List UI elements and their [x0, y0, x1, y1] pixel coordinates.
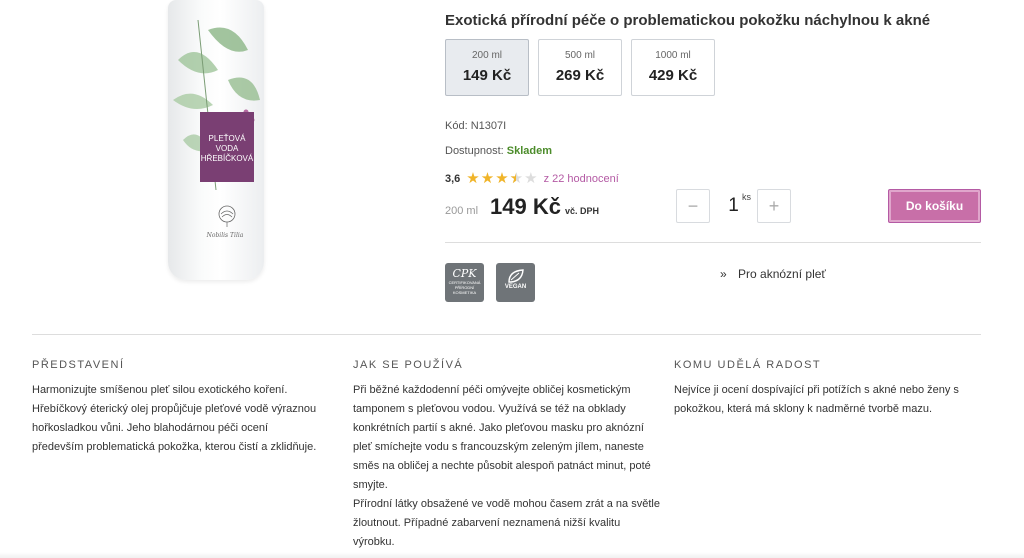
section-introduction: PŘEDSTAVENÍ Harmonizujte smíšenou pleť s… — [32, 359, 322, 457]
section-text: Nejvíce ji ocení dospívající při potížíc… — [674, 384, 959, 415]
variant-200ml[interactable]: 200 ml 149 Kč — [445, 39, 529, 96]
quantity-increase-button[interactable]: + — [757, 189, 791, 223]
vegan-badge-label: VEGAN — [504, 284, 527, 290]
availability: Dostupnost: Skladem — [445, 145, 552, 157]
variant-500ml[interactable]: 500 ml 269 Kč — [538, 39, 622, 96]
section-heading: JAK SE POUŽÍVÁ — [353, 359, 464, 371]
variant-volume: 500 ml — [564, 50, 595, 61]
quantity-value: 1 — [728, 195, 739, 216]
cpk-badge-subtitle: CERTIFIKOVANÁ PŘÍRODNÍ KOSMETIKA — [448, 280, 481, 295]
bottle-label-line2: VODA — [215, 144, 239, 153]
cpk-certified-badge: CPK CERTIFIKOVANÁ PŘÍRODNÍ KOSMETIKA — [445, 263, 484, 302]
section-text-note: Přírodní látky obsažené ve vodě mohou ča… — [353, 498, 660, 548]
variant-volume: 200 ml — [471, 50, 502, 61]
leaf-icon — [507, 269, 524, 283]
bottle-label: PLEŤOVÁ VODA HŘEBÍČKOVÁ — [200, 112, 254, 182]
divider — [445, 242, 981, 243]
section-usage: JAK SE POUŽÍVÁ Při běžné každodenní péči… — [353, 359, 663, 552]
section-heading: PŘEDSTAVENÍ — [32, 359, 125, 371]
bottle-label-line1: PLEŤOVÁ — [208, 134, 246, 143]
bottle-illustration: PLEŤOVÁ VODA HŘEBÍČKOVÁ Nobilis Tilia — [168, 0, 264, 280]
variant-selector: 200 ml 149 Kč 500 ml 269 Kč 1000 ml 429 … — [445, 39, 715, 96]
acne-skin-link-label: Pro aknózní pleť — [738, 267, 826, 281]
tree-logo-icon — [218, 205, 236, 227]
availability-label: Dostupnost: — [445, 145, 504, 157]
quantity-unit: ks — [742, 192, 751, 202]
empty-star-icon: ★ — [524, 170, 538, 187]
price-unit: 200 ml — [445, 205, 479, 217]
product-code: Kód: N1307I — [445, 120, 506, 132]
rating-score: 3,6 — [445, 172, 461, 185]
section-heading: KOMU UDĚLÁ RADOST — [674, 359, 822, 371]
rating-count-link[interactable]: z 22 hodnocení — [544, 173, 619, 185]
quantity-stepper: − 1 ks + — [676, 189, 791, 223]
variant-volume: 1000 ml — [655, 50, 691, 61]
product-title: Exotická přírodní péče o problematickou … — [445, 12, 931, 29]
variant-price: 269 Kč — [555, 67, 605, 84]
product-code-label: Kód: — [445, 120, 468, 132]
section-text: Harmonizujte smíšenou pleť silou exotick… — [32, 384, 317, 453]
cpk-badge-title: CPK — [452, 267, 477, 280]
chevron-right-icon: » — [720, 267, 727, 281]
half-star-icon: ★ — [510, 171, 523, 186]
section-target-audience: KOMU UDĚLÁ RADOST Nejvíce ji ocení dospí… — [674, 359, 974, 419]
price-row: 200 ml 149 Kč vč. DPH — [445, 194, 599, 220]
rating: 3,6 ★ ★ ★ ★ ★ z 22 hodnocení — [445, 171, 619, 186]
section-text: Při běžné každodenní péči omývejte oblič… — [353, 384, 651, 491]
star-icon: ★ — [495, 170, 509, 187]
add-to-cart-button[interactable]: Do košíku — [888, 189, 981, 223]
acne-skin-link[interactable]: » Pro aknózní pleť — [720, 267, 826, 281]
quantity-field[interactable]: 1 ks — [710, 192, 757, 217]
variant-1000ml[interactable]: 1000 ml 429 Kč — [631, 39, 715, 96]
availability-status: Skladem — [506, 145, 553, 157]
product-code-value: N1307I — [470, 120, 507, 132]
star-icon: ★ — [480, 170, 495, 187]
quantity-decrease-button[interactable]: − — [676, 189, 710, 223]
price-amount: 149 Kč — [490, 194, 561, 219]
bottle-label-line3: HŘEBÍČKOVÁ — [200, 154, 254, 163]
price-vat: vč. DPH — [564, 206, 599, 216]
section-divider — [32, 334, 981, 335]
vegan-badge: VEGAN — [496, 263, 535, 302]
scroll-shadow — [0, 552, 1024, 558]
variant-price: 429 Kč — [648, 67, 698, 84]
bottle-brand: Nobilis Tilia — [206, 232, 244, 239]
rating-stars[interactable]: ★ ★ ★ ★ ★ — [466, 171, 537, 186]
product-image[interactable]: PLEŤOVÁ VODA HŘEBÍČKOVÁ Nobilis Tilia — [150, 0, 280, 282]
variant-price: 149 Kč — [462, 67, 512, 84]
star-icon: ★ — [466, 170, 480, 187]
